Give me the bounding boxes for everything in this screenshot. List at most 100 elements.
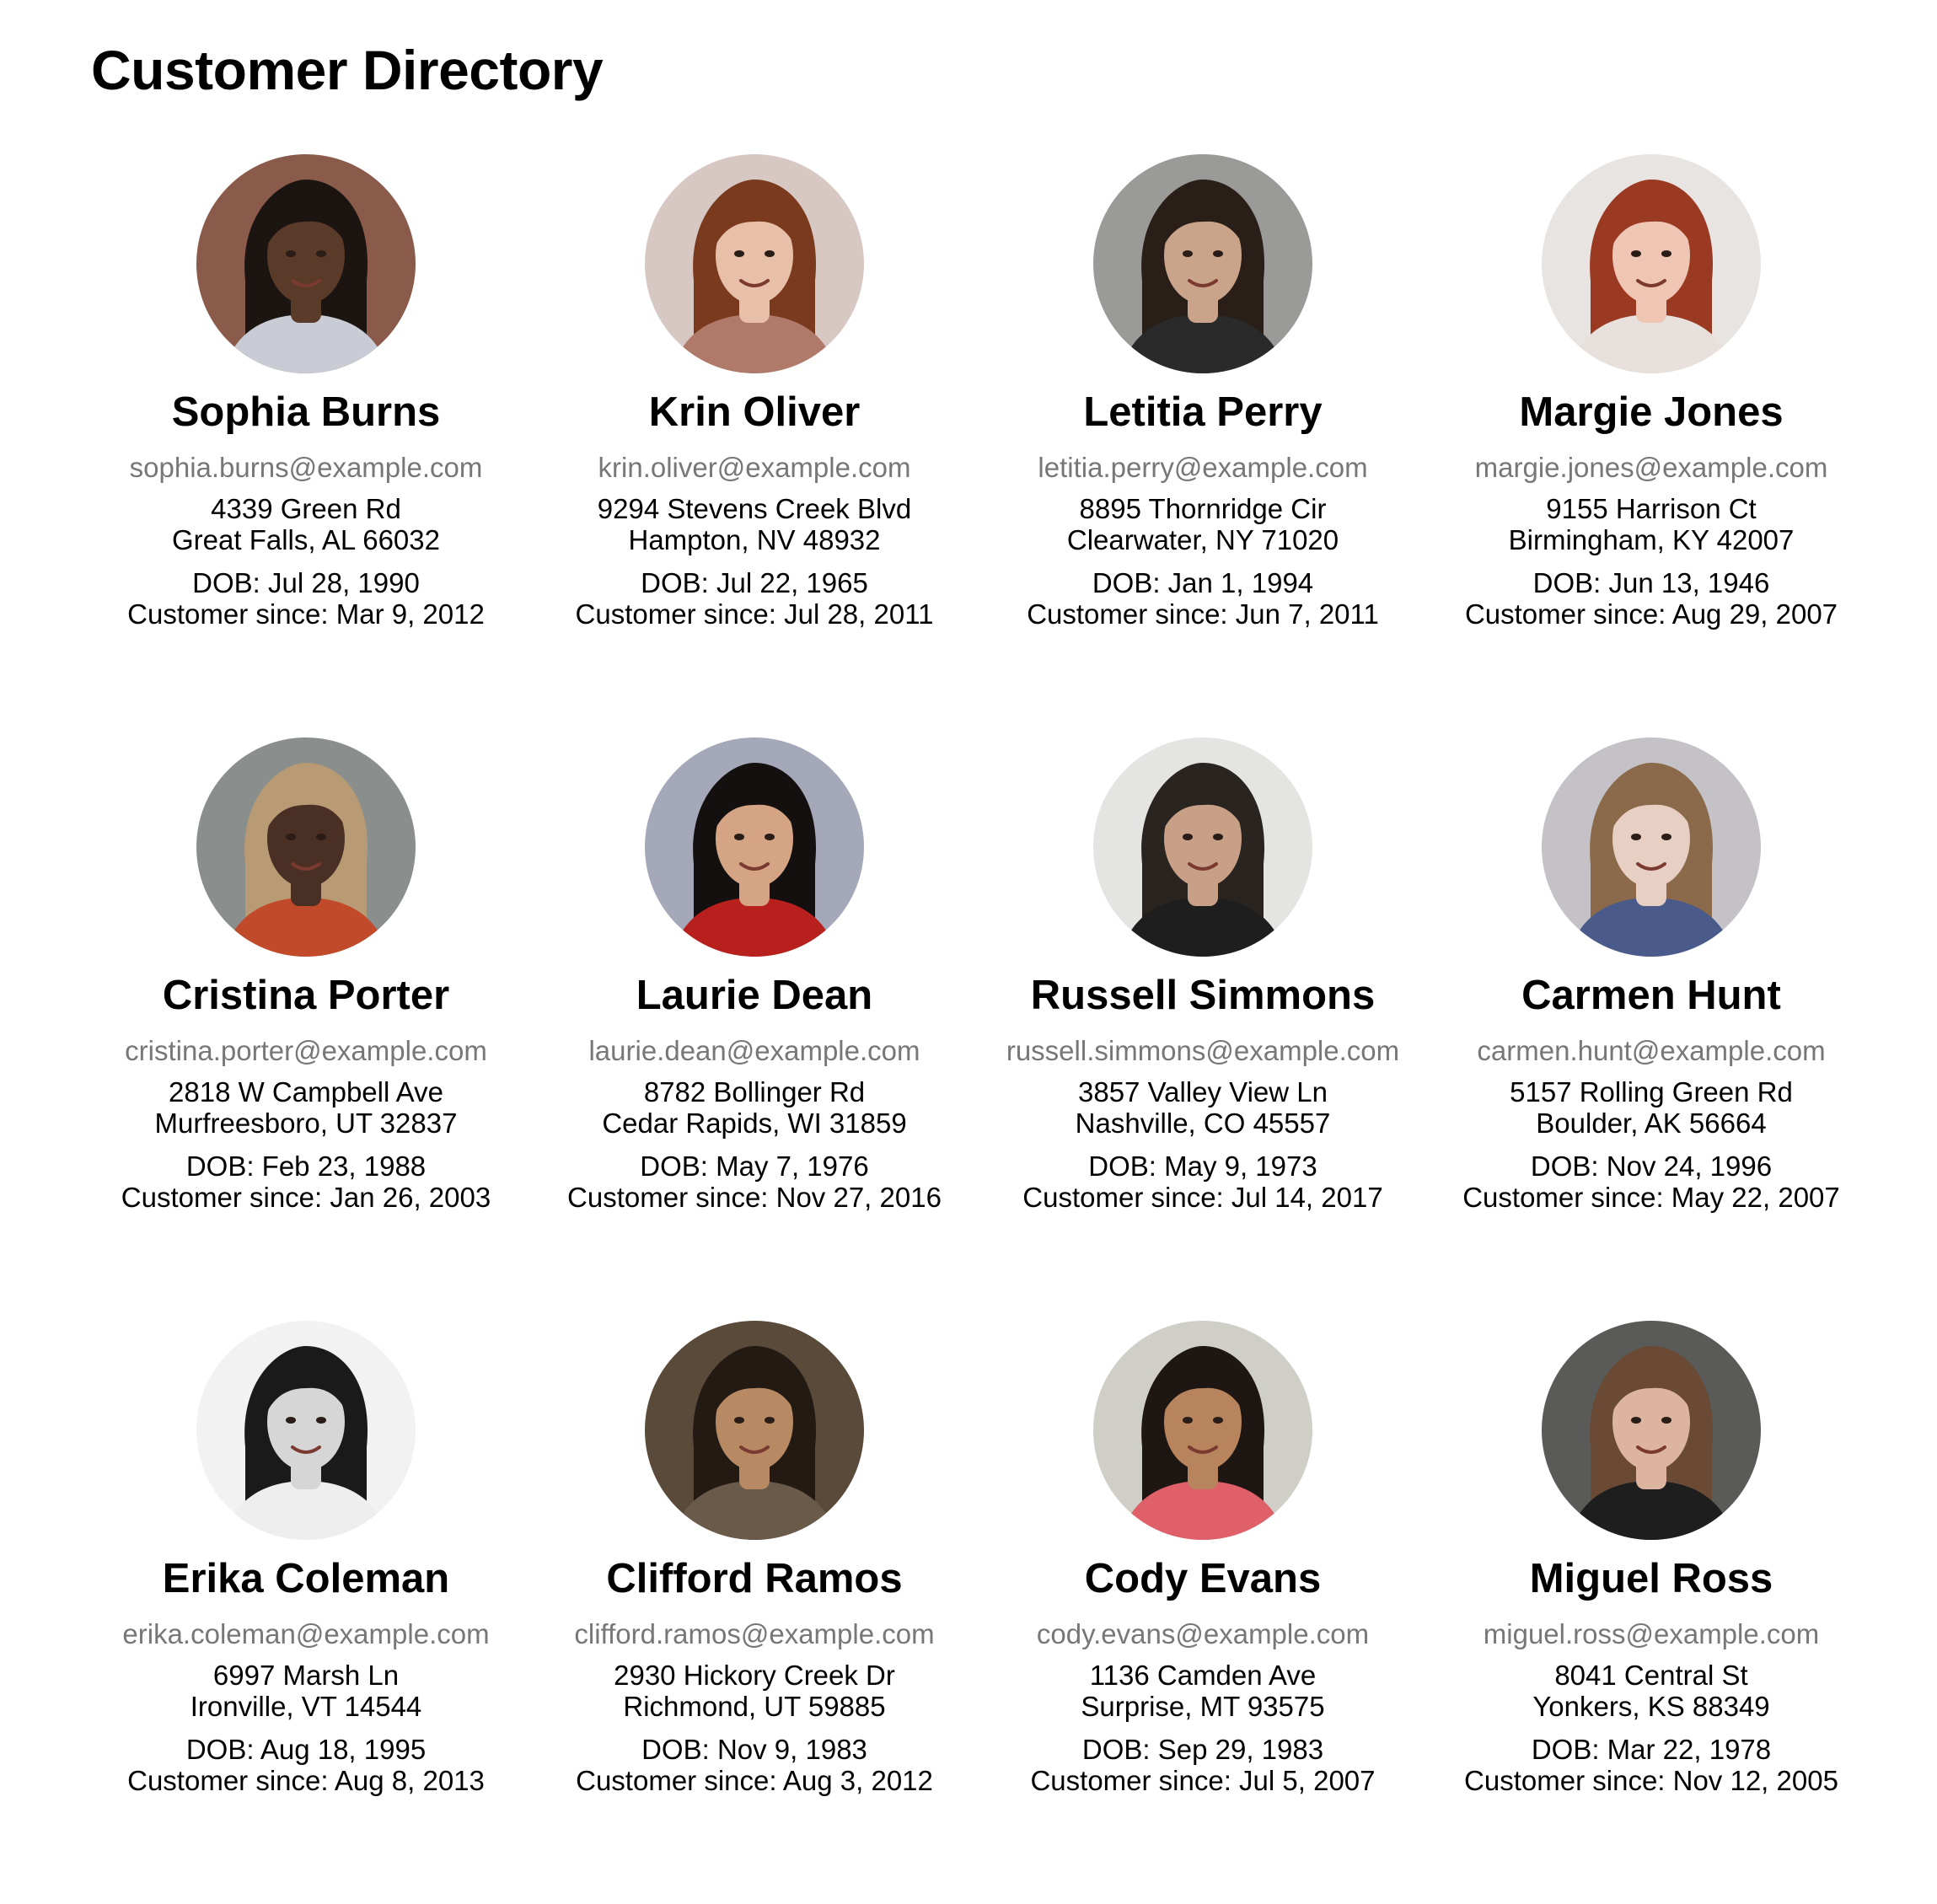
customer-dates: DOB: Jul 28, 1990 Customer since: Mar 9,… <box>127 567 485 630</box>
customer-name: Cristina Porter <box>162 973 450 1018</box>
customer-name: Sophia Burns <box>171 389 441 435</box>
customer-dates: DOB: May 7, 1976 Customer since: Nov 27,… <box>567 1150 942 1213</box>
avatar[interactable] <box>1542 1321 1761 1540</box>
address-city: Richmond, UT 59885 <box>623 1691 886 1722</box>
customer-dob: DOB: Jun 13, 1946 <box>1532 567 1770 598</box>
customer-address: 6997 Marsh Ln Ironville, VT 14544 <box>190 1660 422 1722</box>
address-street: 2818 W Campbell Ave <box>169 1076 443 1108</box>
customer-card[interactable]: Sophia Burns sophia.burns@example.com 43… <box>82 154 530 737</box>
customer-since: Customer since: Nov 27, 2016 <box>567 1182 942 1213</box>
customer-dob: DOB: May 9, 1973 <box>1088 1150 1317 1182</box>
address-street: 5157 Rolling Green Rd <box>1510 1076 1793 1108</box>
customer-dob: DOB: Nov 24, 1996 <box>1530 1150 1773 1182</box>
customer-email[interactable]: cristina.porter@example.com <box>125 1032 487 1070</box>
address-street: 8895 Thornridge Cir <box>1079 493 1327 524</box>
customer-dates: DOB: Jan 1, 1994 Customer since: Jun 7, … <box>1027 567 1379 630</box>
address-street: 8041 Central St <box>1554 1660 1748 1691</box>
customer-address: 2930 Hickory Creek Dr Richmond, UT 59885 <box>614 1660 895 1722</box>
address-street: 9155 Harrison Ct <box>1546 493 1757 524</box>
customer-card[interactable]: Margie Jones margie.jones@example.com 91… <box>1427 154 1875 737</box>
avatar[interactable] <box>1093 154 1312 373</box>
customer-email[interactable]: krin.oliver@example.com <box>598 449 911 486</box>
customer-dates: DOB: May 9, 1973 Customer since: Jul 14,… <box>1022 1150 1382 1213</box>
customer-email[interactable]: russell.simmons@example.com <box>1006 1032 1399 1070</box>
address-city: Boulder, AK 56664 <box>1536 1108 1767 1139</box>
customer-name: Clifford Ramos <box>606 1556 903 1601</box>
customer-address: 1136 Camden Ave Surprise, MT 93575 <box>1081 1660 1324 1722</box>
customer-email[interactable]: miguel.ross@example.com <box>1484 1616 1819 1653</box>
customer-card[interactable]: Miguel Ross miguel.ross@example.com 8041… <box>1427 1321 1875 1904</box>
customer-address: 9155 Harrison Ct Birmingham, KY 42007 <box>1509 493 1795 555</box>
address-city: Birmingham, KY 42007 <box>1508 524 1795 555</box>
customer-card[interactable]: Erika Coleman erika.coleman@example.com … <box>82 1321 530 1904</box>
customer-email[interactable]: laurie.dean@example.com <box>588 1032 920 1070</box>
avatar[interactable] <box>196 737 416 957</box>
customer-email[interactable]: sophia.burns@example.com <box>130 449 483 486</box>
customer-address: 9294 Stevens Creek Blvd Hampton, NV 4893… <box>598 493 911 555</box>
customer-since: Customer since: Jul 14, 2017 <box>1022 1182 1383 1213</box>
customer-dates: DOB: Nov 9, 1983 Customer since: Aug 3, … <box>576 1734 933 1796</box>
customer-email[interactable]: carmen.hunt@example.com <box>1477 1032 1825 1070</box>
customer-name: Miguel Ross <box>1529 1556 1773 1601</box>
avatar[interactable] <box>196 1321 416 1540</box>
customer-email[interactable]: margie.jones@example.com <box>1475 449 1828 486</box>
customer-card[interactable]: Cristina Porter cristina.porter@example.… <box>82 737 530 1321</box>
customer-card[interactable]: Cody Evans cody.evans@example.com 1136 C… <box>979 1321 1427 1904</box>
customer-dates: DOB: Jun 13, 1946 Customer since: Aug 29… <box>1465 567 1838 630</box>
avatar[interactable] <box>645 154 864 373</box>
avatar[interactable] <box>196 154 416 373</box>
customer-card[interactable]: Letitia Perry letitia.perry@example.com … <box>979 154 1427 737</box>
customer-address: 4339 Green Rd Great Falls, AL 66032 <box>172 493 440 555</box>
customer-dob: DOB: Sep 29, 1983 <box>1081 1734 1324 1765</box>
customer-card[interactable]: Krin Oliver krin.oliver@example.com 9294… <box>530 154 979 737</box>
avatar[interactable] <box>1093 737 1312 957</box>
address-city: Surprise, MT 93575 <box>1081 1691 1325 1722</box>
address-city: Cedar Rapids, WI 31859 <box>602 1108 907 1139</box>
customer-since: Customer since: Aug 29, 2007 <box>1464 598 1838 630</box>
customer-name: Margie Jones <box>1519 389 1784 435</box>
customer-dob: DOB: Feb 23, 1988 <box>185 1150 427 1182</box>
customer-dob: DOB: Jul 22, 1965 <box>641 567 868 598</box>
customer-dates: DOB: Feb 23, 1988 Customer since: Jan 26… <box>121 1150 491 1213</box>
customer-address: 8041 Central St Yonkers, KS 88349 <box>1532 1660 1769 1722</box>
customer-card[interactable]: Carmen Hunt carmen.hunt@example.com 5157… <box>1427 737 1875 1321</box>
customer-name: Carmen Hunt <box>1521 973 1781 1018</box>
address-street: 2930 Hickory Creek Dr <box>614 1660 895 1691</box>
customer-since: Customer since: Aug 8, 2013 <box>127 1765 485 1796</box>
address-street: 4339 Green Rd <box>211 493 401 524</box>
customer-dob: DOB: May 7, 1976 <box>640 1150 869 1182</box>
address-street: 6997 Marsh Ln <box>212 1660 400 1691</box>
customer-dob: DOB: Jul 28, 1990 <box>192 567 420 598</box>
page-title: Customer Directory <box>91 39 604 101</box>
address-street: 9294 Stevens Creek Blvd <box>597 493 912 524</box>
customer-card[interactable]: Clifford Ramos clifford.ramos@example.co… <box>530 1321 979 1904</box>
customer-card[interactable]: Russell Simmons russell.simmons@example.… <box>979 737 1427 1321</box>
customer-name: Letitia Perry <box>1083 389 1323 435</box>
customer-name: Erika Coleman <box>162 1556 450 1601</box>
customer-address: 5157 Rolling Green Rd Boulder, AK 56664 <box>1510 1076 1793 1139</box>
customer-dates: DOB: Nov 24, 1996 Customer since: May 22… <box>1462 1150 1840 1213</box>
avatar[interactable] <box>1542 737 1761 957</box>
customer-email[interactable]: letitia.perry@example.com <box>1038 449 1367 486</box>
customer-address: 8895 Thornridge Cir Clearwater, NY 71020 <box>1067 493 1339 555</box>
customer-dates: DOB: Sep 29, 1983 Customer since: Jul 5,… <box>1030 1734 1375 1796</box>
avatar[interactable] <box>645 737 864 957</box>
customer-email[interactable]: erika.coleman@example.com <box>122 1616 489 1653</box>
avatar[interactable] <box>1093 1321 1312 1540</box>
customer-since: Customer since: Mar 9, 2012 <box>127 598 485 630</box>
customer-since: Customer since: Jun 7, 2011 <box>1027 598 1379 630</box>
customer-card[interactable]: Laurie Dean laurie.dean@example.com 8782… <box>530 737 979 1321</box>
address-city: Nashville, CO 45557 <box>1075 1108 1331 1139</box>
customer-email[interactable]: cody.evans@example.com <box>1037 1616 1369 1653</box>
address-city: Murfreesboro, UT 32837 <box>154 1108 458 1139</box>
customer-since: Customer since: May 22, 2007 <box>1462 1182 1840 1213</box>
customer-name: Krin Oliver <box>648 389 861 435</box>
avatar[interactable] <box>1542 154 1761 373</box>
avatar[interactable] <box>645 1321 864 1540</box>
customer-email[interactable]: clifford.ramos@example.com <box>574 1616 934 1653</box>
address-street: 1136 Camden Ave <box>1089 1660 1317 1691</box>
customer-dob: DOB: Mar 22, 1978 <box>1531 1734 1772 1765</box>
customer-name: Laurie Dean <box>636 973 873 1018</box>
customer-since: Customer since: Nov 12, 2005 <box>1464 1765 1838 1796</box>
customer-name: Cody Evans <box>1084 1556 1322 1601</box>
